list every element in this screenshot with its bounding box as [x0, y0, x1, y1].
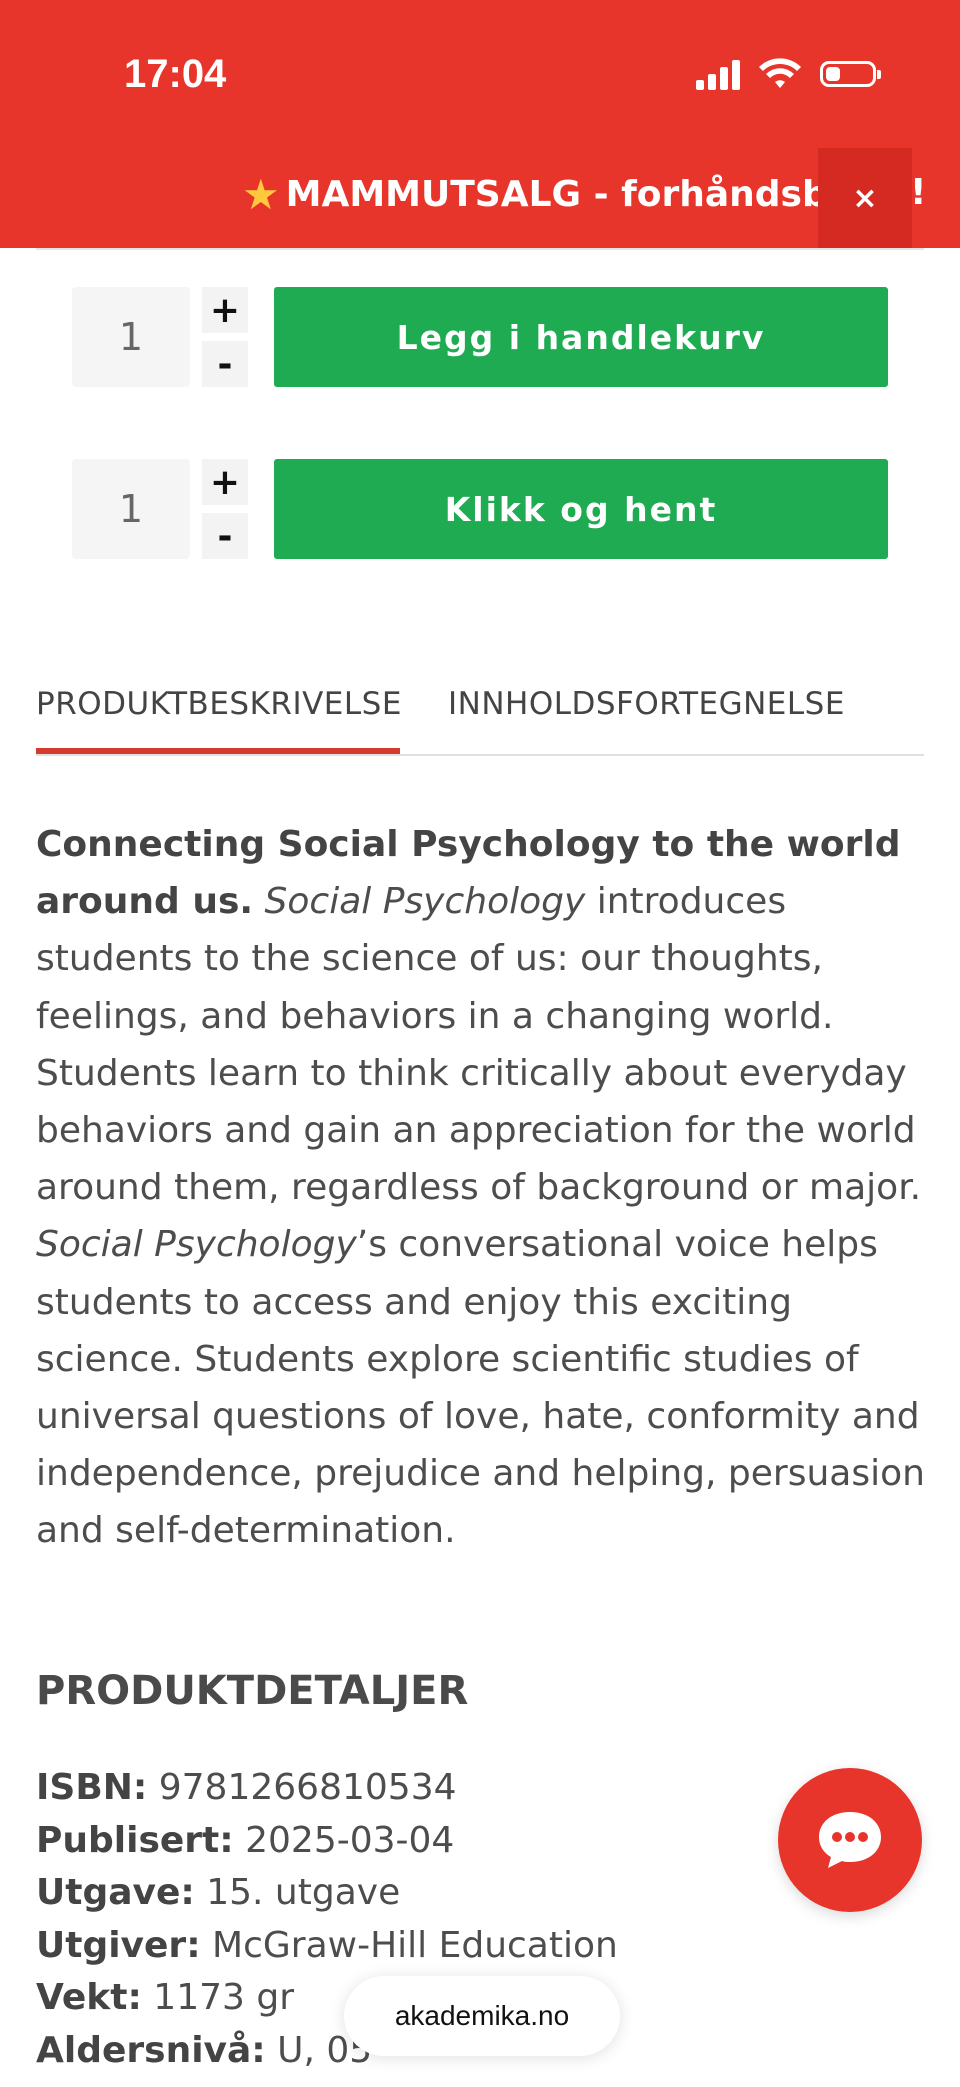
- active-tab-indicator: [36, 748, 400, 754]
- promo-banner[interactable]: ★ MAMMUTSALG - forhåndsbest: [242, 170, 891, 219]
- quantity-decrease-button[interactable]: -: [202, 341, 248, 387]
- wifi-icon: [759, 58, 801, 88]
- top-header: 17:04 ★ MAMMUTSALG - forhåndsbest × !: [0, 0, 960, 248]
- detail-value: 9781266810534: [147, 1767, 457, 1808]
- detail-isbn: ISBN: 9781266810534: [36, 1762, 618, 1815]
- divider: [36, 248, 924, 250]
- product-description: Connecting Social Psychology to the worl…: [36, 816, 926, 1560]
- star-icon: ★: [242, 170, 280, 219]
- quantity-input[interactable]: 1: [72, 459, 190, 559]
- quantity-input[interactable]: 1: [72, 287, 190, 387]
- detail-label: Vekt:: [36, 1977, 142, 2019]
- promo-banner-text: MAMMUTSALG - forhåndsbest: [285, 174, 891, 215]
- quantity-increase-button[interactable]: +: [202, 459, 248, 505]
- status-time: 17:04: [124, 52, 227, 96]
- detail-value: 2025-03-04: [233, 1819, 455, 1861]
- detail-value: 15. utgave: [194, 1872, 401, 1914]
- battery-icon: [820, 61, 881, 87]
- detail-value: McGraw-Hill Education: [200, 1924, 618, 1966]
- quantity-decrease-button[interactable]: -: [202, 513, 248, 559]
- add-to-cart-row: 1 + - Legg i handlekurv: [72, 287, 888, 387]
- product-tabs: PRODUKTBESKRIVELSE INNHOLDSFORTEGNELSE: [36, 686, 924, 756]
- tab-table-of-contents[interactable]: INNHOLDSFORTEGNELSE: [448, 686, 845, 722]
- detail-label: Utgiver:: [36, 1924, 201, 1966]
- quantity-increase-button[interactable]: +: [202, 287, 248, 333]
- close-icon: ×: [852, 180, 878, 216]
- book-title: Social Psychology: [264, 881, 586, 923]
- promo-banner-trailing: !: [910, 172, 927, 213]
- tab-product-description[interactable]: PRODUKTBESKRIVELSE: [36, 686, 402, 722]
- description-text: introduces students to the science of us…: [36, 881, 922, 1209]
- detail-edition: Utgave: 15. utgave: [36, 1867, 618, 1920]
- detail-label: Aldersnivå:: [36, 2029, 266, 2071]
- click-and-collect-row: 1 + - Klikk og hent: [72, 459, 888, 559]
- cellular-signal-icon: [696, 58, 740, 90]
- detail-label: Publisert:: [36, 1819, 234, 1861]
- click-and-collect-button[interactable]: Klikk og hent: [274, 459, 888, 559]
- detail-value: 1173 gr: [141, 1977, 295, 2019]
- chat-bubble-icon: [819, 1812, 881, 1868]
- detail-published: Publisert: 2025-03-04: [36, 1815, 618, 1868]
- detail-label: Utgave:: [36, 1872, 195, 1914]
- close-banner-button[interactable]: ×: [818, 148, 912, 248]
- book-title: Social Psychology: [36, 1224, 357, 1266]
- add-to-cart-button[interactable]: Legg i handlekurv: [274, 287, 888, 387]
- browser-address-bar[interactable]: akademika.no: [344, 1976, 620, 2056]
- description-text: ’s conversational voice helps students t…: [36, 1224, 925, 1552]
- product-details-heading: PRODUKTDETALJER: [36, 1668, 469, 1714]
- chat-button[interactable]: [778, 1768, 922, 1912]
- detail-publisher: Utgiver: McGraw-Hill Education: [36, 1920, 618, 1973]
- status-icons: [696, 58, 881, 90]
- detail-label: ISBN:: [36, 1767, 148, 1808]
